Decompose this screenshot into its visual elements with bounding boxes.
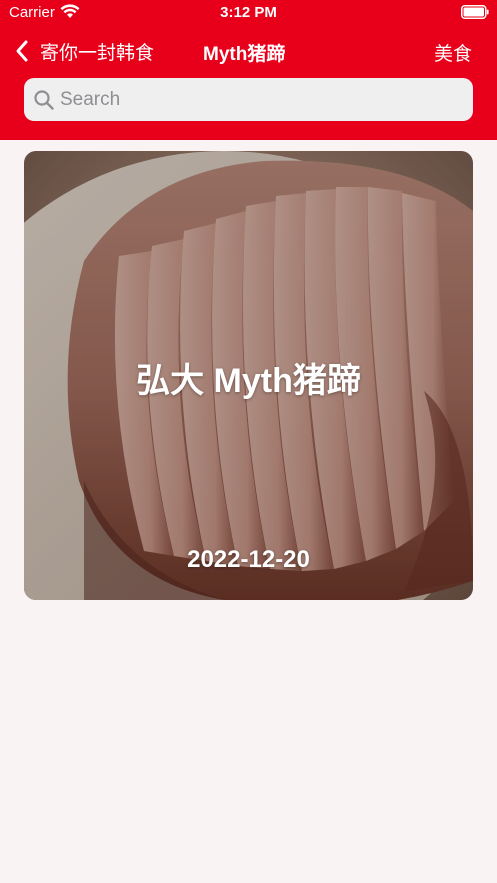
- back-button[interactable]: 寄你一封韩食: [14, 38, 154, 64]
- page-title: Myth猪蹄: [203, 44, 286, 65]
- battery-icon: [461, 5, 489, 19]
- chevron-left-icon: [16, 40, 28, 62]
- search-bar[interactable]: [24, 78, 473, 121]
- category-button[interactable]: 美食: [434, 39, 472, 66]
- header: Carrier 3:12 PM 寄你一封韩食 Myth猪蹄 美食: [0, 0, 497, 140]
- back-label: 寄你一封韩食: [40, 42, 155, 64]
- search-icon: [34, 89, 54, 110]
- status-time: 3:12 PM: [220, 4, 277, 21]
- card-date: 2022-12-20: [187, 546, 310, 573]
- restaurant-card[interactable]: 弘大 Myth猪蹄 2022-12-20: [24, 151, 473, 600]
- navigation-bar: 寄你一封韩食 Myth猪蹄 美食: [0, 28, 497, 74]
- search-input[interactable]: [60, 88, 440, 111]
- status-bar: Carrier 3:12 PM: [0, 0, 497, 26]
- card-title: 弘大 Myth猪蹄: [136, 362, 361, 400]
